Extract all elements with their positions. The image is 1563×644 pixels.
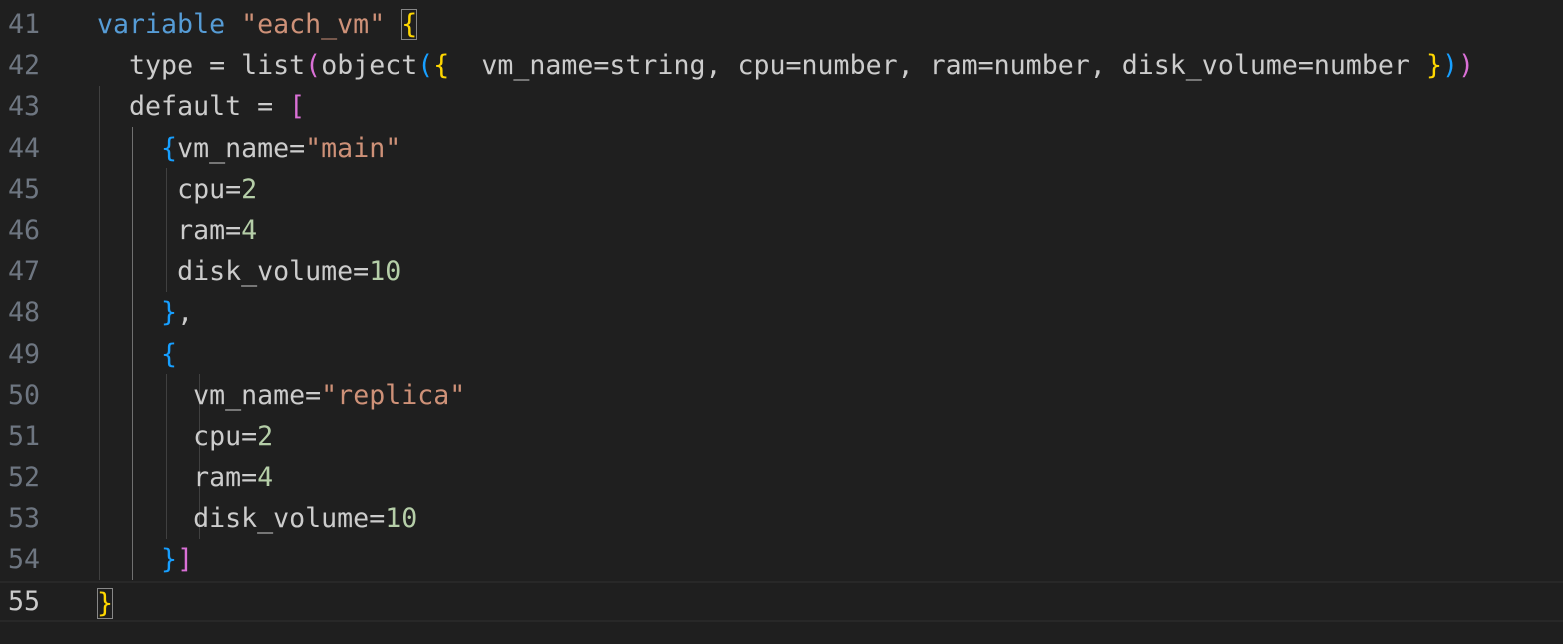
line-number: 48 [7, 297, 40, 329]
line-number: 43 [7, 91, 40, 123]
identifier: ram= [193, 462, 258, 494]
code-line[interactable]: ram=4 [97, 457, 1563, 498]
line-number: 50 [7, 379, 40, 411]
code-editor[interactable]: 41 42 43 44 45 46 47 48 49 50 51 52 53 5… [0, 0, 1563, 644]
operator: = [193, 50, 242, 82]
code-line-current[interactable]: } [0, 580, 1563, 622]
bracket-match-open: { [401, 9, 418, 40]
bracket: ] [177, 544, 194, 576]
code-line[interactable]: vm_name="replica" [97, 375, 1563, 416]
string-literal: "replica" [321, 379, 466, 411]
line-number: 47 [7, 256, 40, 288]
bracket: { [433, 50, 450, 82]
line-number: 53 [7, 503, 40, 535]
number-literal: 4 [257, 462, 274, 494]
code-line[interactable]: type = list(object({ vm_name=string, cpu… [97, 45, 1563, 86]
string-literal: "main" [305, 132, 402, 164]
bracket: } [161, 297, 178, 329]
number-literal: 4 [241, 214, 258, 246]
bracket: ( [417, 50, 434, 82]
code-line[interactable]: { [97, 334, 1563, 375]
line-number: 52 [7, 462, 40, 494]
code-line[interactable]: disk_volume=10 [97, 251, 1563, 292]
bracket: { [161, 338, 178, 370]
identifier: ram= [177, 214, 242, 246]
punctuation: , [177, 297, 194, 329]
bracket: } [1425, 50, 1442, 82]
identifier: disk_volume= [177, 256, 370, 288]
object-fields: vm_name=string, cpu=number, ram=number, … [449, 50, 1426, 82]
line-number: 41 [7, 9, 40, 40]
code-line[interactable]: disk_volume=10 [97, 498, 1563, 539]
function-name: object [321, 50, 418, 82]
number-literal: 10 [385, 503, 418, 535]
keyword-variable: variable [97, 9, 226, 40]
line-number: 54 [7, 544, 40, 576]
line-number: 44 [7, 132, 40, 164]
line-number-gutter: 41 42 43 44 45 46 47 48 49 50 51 52 53 5… [0, 4, 60, 622]
code-line[interactable]: cpu=2 [97, 169, 1563, 210]
line-number: 46 [7, 214, 40, 246]
identifier: disk_volume= [193, 503, 386, 535]
identifier: cpu= [193, 420, 258, 452]
code-line[interactable]: default = [ [97, 86, 1563, 127]
bracket: ) [1441, 50, 1458, 82]
code-line[interactable]: }] [97, 539, 1563, 580]
code-line[interactable]: variable "each_vm" { [97, 4, 1563, 45]
code-line[interactable]: {vm_name="main" [97, 128, 1563, 169]
bracket: ) [1458, 50, 1475, 82]
identifier: vm_name= [177, 132, 306, 164]
code-line[interactable]: cpu=2 [97, 416, 1563, 457]
identifier: vm_name= [193, 379, 322, 411]
number-literal: 2 [257, 420, 274, 452]
identifier: type [129, 50, 194, 82]
line-number: 49 [7, 338, 40, 370]
code-line[interactable]: ram=4 [97, 210, 1563, 251]
string-literal: "each_vm" [241, 9, 386, 40]
line-number: 51 [7, 420, 40, 452]
function-name: list [241, 50, 306, 82]
bracket: } [161, 544, 178, 576]
bracket: { [161, 132, 178, 164]
line-number: 45 [7, 173, 40, 205]
bracket-match-close: } [97, 587, 114, 619]
identifier: cpu= [177, 173, 242, 205]
line-number: 42 [7, 50, 40, 82]
code-area[interactable]: variable "each_vm" { type = list(object(… [0, 4, 1563, 622]
number-literal: 2 [241, 173, 258, 205]
bracket: ( [305, 50, 322, 82]
number-literal: 10 [369, 256, 402, 288]
bracket: [ [289, 91, 306, 123]
identifier: default [129, 91, 242, 123]
code-line[interactable]: }, [97, 292, 1563, 333]
operator: = [241, 91, 290, 123]
